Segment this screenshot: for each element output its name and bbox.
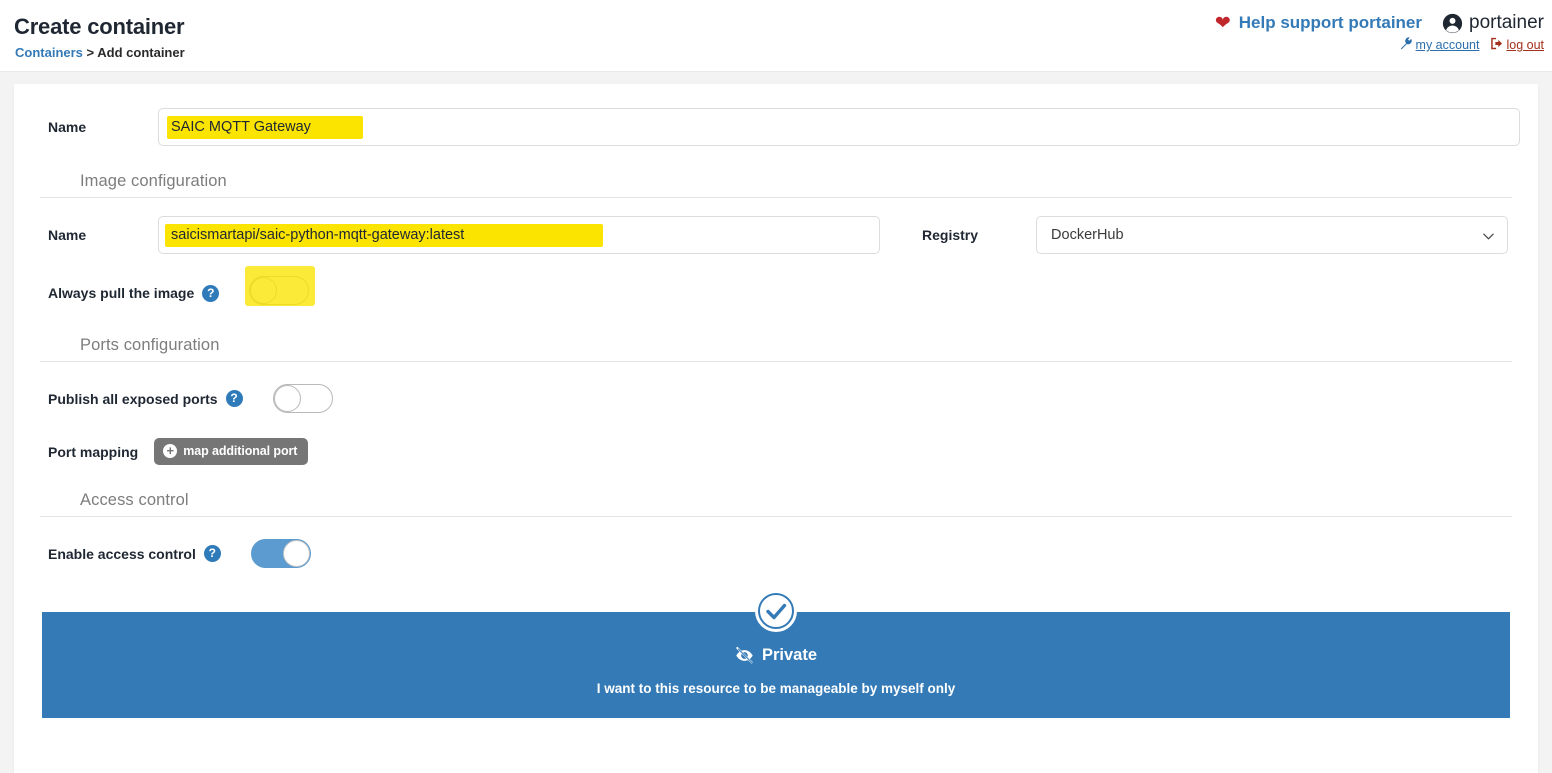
toggle-knob — [250, 277, 278, 304]
user-name: portainer — [1469, 12, 1544, 33]
always-pull-row: Always pull the image ? — [22, 266, 1530, 310]
section-title-access-control: Access control — [40, 491, 1512, 517]
always-pull-toggle-wrap — [245, 266, 316, 310]
image-name-input[interactable]: saicismartapi/saic-python-mqtt-gateway:l… — [158, 216, 880, 254]
port-mapping-row: Port mapping + map additional port — [22, 438, 1530, 465]
user-block[interactable]: portainer — [1442, 12, 1544, 34]
create-container-form-card: Name SAIC MQTT Gateway Image configurati… — [14, 84, 1538, 773]
container-name-row: Name SAIC MQTT Gateway — [22, 108, 1530, 146]
section-access-control: Access control — [22, 491, 1530, 517]
private-panel-subtitle: I want to this resource to be manageable… — [596, 681, 956, 696]
publish-all-ports-toggle[interactable] — [272, 384, 333, 413]
breadcrumb-link-containers[interactable]: Containers — [15, 45, 83, 60]
always-pull-toggle[interactable] — [249, 276, 310, 305]
enable-access-control-label-group: Enable access control ? — [22, 545, 221, 562]
private-panel-title-row: Private — [735, 646, 817, 665]
section-image-configuration: Image configuration — [22, 172, 1530, 198]
registry-label: Registry — [922, 227, 979, 243]
breadcrumb-separator: > — [86, 45, 95, 60]
port-mapping-label: Port mapping — [48, 443, 139, 460]
breadcrumb: Containers > Add container — [15, 45, 185, 60]
always-pull-label: Always pull the image — [48, 285, 195, 301]
access-control-visibility-panel-wrap: Private I want to this resource to be ma… — [42, 590, 1510, 718]
log-out-link[interactable]: log out — [1490, 37, 1544, 53]
map-additional-port-label: map additional port — [183, 444, 298, 458]
heart-icon: ❤ — [1214, 12, 1231, 34]
publish-all-label-group: Publish all exposed ports ? — [22, 390, 243, 407]
container-name-value: SAIC MQTT Gateway — [171, 119, 311, 135]
page-title: Create container — [14, 14, 185, 39]
header-actions: ❤ Help support portainer portainer my ac… — [1215, 12, 1544, 53]
user-circle-icon — [1442, 13, 1463, 34]
plus-circle-icon: + — [163, 444, 178, 458]
page-body: Name SAIC MQTT Gateway Image configurati… — [0, 72, 1552, 773]
enable-access-control-row: Enable access control ? — [22, 539, 1530, 568]
eye-slash-icon — [735, 646, 754, 665]
toggle-knob — [273, 385, 301, 412]
wrench-icon — [1400, 37, 1413, 53]
always-pull-label-group: Always pull the image ? — [22, 284, 220, 302]
registry-select[interactable]: DockerHub — [1036, 216, 1509, 254]
enable-access-control-toggle[interactable] — [250, 539, 311, 568]
container-name-label: Name — [48, 119, 87, 135]
registry-select-wrap: DockerHub — [1036, 216, 1509, 254]
toggle-knob — [282, 540, 310, 567]
image-name-row: Name saicismartapi/saic-python-mqtt-gate… — [22, 216, 1530, 254]
container-name-input[interactable]: SAIC MQTT Gateway — [158, 108, 1520, 146]
publish-all-ports-row: Publish all exposed ports ? — [22, 384, 1530, 413]
image-name-label: Name — [48, 227, 87, 243]
check-circle-icon — [755, 590, 797, 632]
section-title-ports-configuration: Ports configuration — [40, 336, 1512, 362]
my-account-link[interactable]: my account — [1400, 37, 1480, 53]
question-circle-icon-publish-all[interactable]: ? — [225, 390, 243, 407]
publish-all-ports-label: Publish all exposed ports — [48, 390, 218, 407]
question-circle-icon-always-pull[interactable]: ? — [202, 284, 220, 302]
map-additional-port-button[interactable]: + map additional port — [154, 438, 309, 465]
section-title-image-configuration: Image configuration — [40, 172, 1512, 198]
my-account-label: my account — [1415, 38, 1480, 52]
port-mapping-label-group: Port mapping — [22, 444, 138, 460]
help-support-link[interactable]: Help support portainer — [1239, 13, 1422, 33]
account-row: my account log out — [1215, 37, 1544, 53]
section-ports-configuration: Ports configuration — [22, 336, 1530, 362]
page-header: Create container Containers > Add contai… — [0, 0, 1552, 72]
sign-out-icon — [1490, 37, 1503, 53]
support-row: ❤ Help support portainer portainer — [1215, 12, 1544, 34]
registry-selected-value: DockerHub — [1051, 227, 1124, 243]
image-name-value: saicismartapi/saic-python-mqtt-gateway:l… — [171, 227, 465, 243]
private-panel-title: Private — [761, 646, 818, 664]
question-circle-icon-access-control[interactable]: ? — [203, 545, 221, 562]
breadcrumb-current: Add container — [97, 45, 185, 60]
enable-access-control-label: Enable access control — [48, 545, 196, 562]
log-out-label: log out — [1506, 38, 1544, 52]
